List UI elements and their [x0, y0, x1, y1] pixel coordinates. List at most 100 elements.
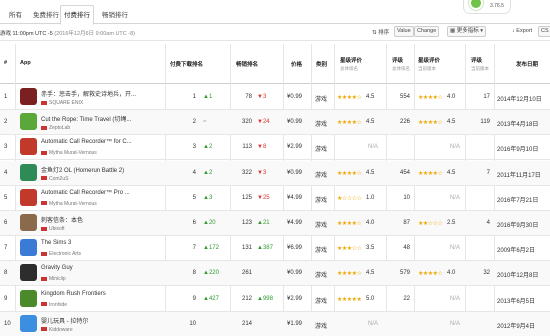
app-icon[interactable]	[20, 88, 37, 105]
table-row[interactable]: 9 Kingdom Rush Frontiers Ironhide 9 ▲427 212 ▲…	[0, 287, 550, 312]
paid-rank-change: ▲172	[203, 245, 219, 252]
country-flag-icon	[41, 151, 47, 156]
reviews-all-value: 454	[399, 169, 410, 176]
app-icon[interactable]	[20, 163, 37, 181]
app-icon[interactable]	[20, 188, 37, 206]
category-value: 游戏	[315, 298, 328, 305]
cs-button[interactable]: CS	[538, 26, 550, 37]
paid-rank-value: 9	[192, 295, 196, 302]
release-date-value: 2016年7月21日	[497, 197, 539, 204]
developer-label: Ironhide	[41, 302, 67, 308]
app-name-link[interactable]: Gravity Guy	[41, 265, 73, 271]
value-button[interactable]: Value	[394, 26, 414, 37]
gross-rank-value: 261	[241, 270, 252, 277]
table-row[interactable]: 1 赤手：惩击手，解救史诗地兵，开... SQUARE ENIX 1 ▲1 78 ▼3 ¥0.…	[0, 85, 550, 110]
app-name-link[interactable]: Automatic Call Recorder™ Pro ...	[41, 190, 130, 196]
price-value: ¥0.99	[287, 94, 303, 100]
filter-summary: 游戏 11:00pm UTC -5 (2016年12月6日 9:00am UTC…	[0, 31, 136, 37]
rating-all-stars: ★☆☆☆☆	[337, 195, 362, 202]
row-number: 9	[4, 295, 8, 302]
app-icon[interactable]	[20, 113, 37, 131]
release-date-value: 2013年6月5日	[497, 298, 536, 305]
col-price[interactable]: 价格	[291, 60, 302, 68]
col-reviews-cur[interactable]: 评级 当前版本	[471, 56, 489, 72]
gross-rank-value: 214	[241, 320, 252, 327]
app-name-link[interactable]: 婴儿玩具 - 拉特尔	[41, 316, 88, 325]
app-icon[interactable]	[20, 314, 37, 332]
app-name-link[interactable]: Automatic Call Recorder™ for C...	[41, 139, 132, 145]
table-row[interactable]: 2 Cut the Rope: Time Travel (切绳... ZeptoLa…	[0, 110, 550, 136]
rating-all-value: 5.0	[366, 295, 375, 302]
tab-all[interactable]: 所有	[6, 8, 25, 24]
paid-rank-value: 1	[192, 94, 196, 100]
reviews-all-value: 226	[399, 119, 410, 126]
table-row[interactable]: 3 Automatic Call Recorder™ for C... Mytha …	[0, 135, 550, 161]
reviews-cur-value: 119	[480, 119, 490, 126]
gross-rank-value: 125	[241, 194, 252, 201]
col-release-date[interactable]: 发布日期	[516, 60, 538, 68]
app-icon[interactable]	[20, 264, 37, 282]
reviews-all-value: 10	[403, 194, 410, 201]
app-icon[interactable]	[20, 214, 37, 231]
gross-rank-change: ▼25	[257, 194, 270, 201]
gross-rank-change: ▼24	[257, 119, 270, 126]
rating-cur-value: N/A	[450, 194, 461, 201]
col-paid-rank[interactable]: 付费下载排名	[170, 60, 203, 68]
row-number: 4	[4, 169, 8, 176]
release-date-value: 2013年4月18日	[497, 122, 539, 129]
col-app[interactable]: App	[20, 60, 31, 66]
paid-rank-change: ▲2	[203, 169, 213, 176]
price-value: ¥2.99	[287, 295, 303, 302]
col-rating-all[interactable]: 星级评价 总体排名	[340, 56, 362, 72]
export-button[interactable]: ↓ Export	[512, 28, 532, 34]
rating-all-stars: ★★★★☆	[337, 221, 362, 227]
table-row[interactable]: 10 婴儿玩具 - 拉特尔 Kiddoware 10 214 ¥1.99 游戏 N/A N/A 2…	[0, 311, 550, 336]
col-rating-cur[interactable]: 星级评价 当前版本	[418, 56, 440, 72]
developer-label: Com2uS	[41, 176, 68, 182]
rating-all-stars: ★★★★☆	[337, 95, 362, 101]
app-icon[interactable]	[20, 138, 37, 156]
price-value: ¥0.99	[287, 169, 303, 176]
app-name-link[interactable]: 金鱼灯2 OL (Homerun Battle 2)	[41, 165, 124, 174]
reviews-all-value: 554	[399, 94, 410, 100]
gross-rank-value: 322	[241, 169, 252, 176]
app-name-link[interactable]: Cut the Rope: Time Travel (切绳...	[41, 114, 131, 123]
col-reviews-all[interactable]: 评级 总体排名	[392, 56, 410, 72]
price-value: ¥6.99	[287, 245, 303, 252]
row-number: 5	[4, 194, 8, 201]
release-date-value: 2011年11月17日	[497, 172, 541, 179]
app-icon[interactable]	[20, 289, 37, 307]
table-row[interactable]: 4 金鱼灯2 OL (Homerun Battle 2) Com2uS 4 ▲2 322 ▼…	[0, 160, 550, 186]
rating-all-stars: ★★★★☆	[337, 170, 362, 177]
sort-toggle[interactable]: ⇅ 排序	[372, 28, 389, 36]
rating-cur-value: N/A	[450, 295, 461, 302]
col-gross-rank[interactable]: 畅销排名	[236, 60, 258, 68]
row-number: 1	[4, 94, 8, 100]
rating-all-value: 4.5	[366, 94, 375, 100]
country-flag-icon	[41, 226, 47, 231]
gross-rank-value: 113	[242, 144, 252, 151]
more-metrics-dropdown[interactable]: ▦ 更多指标 ▾	[447, 26, 487, 37]
rating-all-value: 1.0	[366, 194, 375, 201]
developer-label: Miniclip	[41, 276, 66, 282]
developer-label: Mytha Murat-Vernous	[41, 150, 97, 156]
table-row[interactable]: 7 The Sims 3 Electronic Arts 7 ▲172 131 ▲387 ¥6…	[0, 236, 550, 262]
table-row[interactable]: 5 Automatic Call Recorder™ Pro ... Mytha M…	[0, 186, 550, 211]
status-dot-icon	[469, 0, 483, 10]
app-icon[interactable]	[20, 239, 37, 257]
table-row[interactable]: 6 刺客信条：本色 Ubisoft 6 ▲20 123 ▲21 ¥4.99 游戏 ★★★★☆ 4.0…	[0, 211, 550, 236]
tab-free[interactable]: 免费排行	[30, 8, 62, 24]
col-category[interactable]: 类别	[316, 60, 327, 68]
price-value: ¥0.99	[287, 270, 303, 277]
app-name-link[interactable]: The Sims 3	[41, 240, 71, 246]
tab-grossing[interactable]: 畅销排行	[99, 8, 131, 24]
rating-all-value: N/A	[368, 320, 379, 327]
app-name-link[interactable]: 赤手：惩击手，解救史诗地兵，开...	[41, 89, 136, 98]
tab-paid[interactable]: 付费排行	[60, 5, 94, 25]
row-number: 3	[4, 144, 8, 151]
table-row[interactable]: 8 Gravity Guy Miniclip 8 ▲220 261 ¥0.99 游戏 ★★★★☆…	[0, 261, 550, 287]
app-name-link[interactable]: 刺客信条：本色	[41, 215, 83, 224]
change-button[interactable]: Change	[414, 26, 440, 37]
app-name-link[interactable]: Kingdom Rush Frontiers	[41, 291, 106, 297]
rating-all-stars: ★★★☆☆	[337, 246, 362, 253]
